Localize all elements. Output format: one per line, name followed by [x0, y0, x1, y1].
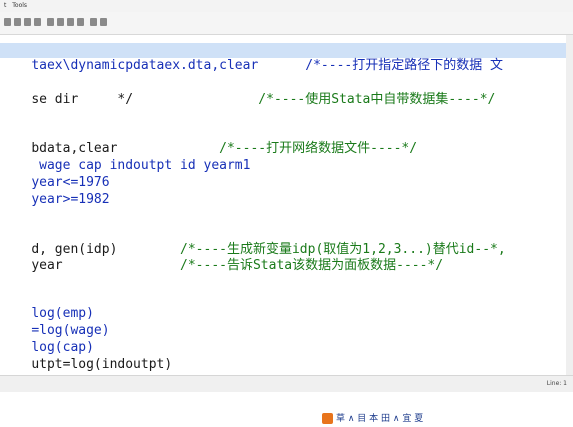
code-line[interactable]: d, gen(idp) /*----生成新变量idp(取值为1,2,3...)替…: [0, 227, 505, 257]
find-icon[interactable]: [47, 18, 54, 26]
code-line[interactable]: wage cap indoutpt id yearm1: [0, 143, 250, 173]
code-comment: /*----打开指定路径下的数据 文: [258, 58, 504, 73]
code-text: year>=1982: [31, 192, 110, 207]
code-line[interactable]: =log(wage): [0, 308, 109, 338]
print-icon[interactable]: [34, 18, 41, 26]
cut-icon[interactable]: [57, 18, 64, 26]
open-file-icon[interactable]: [14, 18, 21, 26]
status-bar: Line: 1: [0, 375, 573, 392]
code-line[interactable]: taex\dynamicpdataex.dta,clear /*----打开指定…: [0, 43, 573, 73]
undo-icon[interactable]: [90, 18, 97, 26]
code-line[interactable]: year<=1976: [0, 160, 109, 190]
code-comment: /*----使用Stata中自带数据集----*/: [133, 92, 496, 107]
toolbar: [0, 12, 573, 35]
code-line[interactable]: bdata,clear /*----打开网络数据文件----*/: [0, 126, 417, 156]
cursor-position: Line: 1: [546, 380, 567, 387]
vertical-scrollbar[interactable]: [566, 35, 573, 375]
code-text: year: [31, 258, 63, 273]
code-line[interactable]: utpt=log(indoutpt): [0, 342, 172, 372]
logo-icon: [322, 413, 333, 424]
code-text: taex\dynamicpdataex.dta,clear: [31, 58, 259, 73]
code-text: utpt=log(indoutpt): [31, 357, 173, 372]
code-text: se dir */: [31, 92, 134, 107]
paste-icon[interactable]: [77, 18, 84, 26]
code-line[interactable]: se dir */ /*----使用Stata中自带数据集----*/: [0, 77, 495, 107]
code-comment: /*----告诉Stata该数据为面板数据----*/: [62, 258, 444, 273]
redo-icon[interactable]: [100, 18, 107, 26]
new-file-icon[interactable]: [4, 18, 11, 26]
menu-bar: t Tools: [0, 0, 573, 12]
code-line[interactable]: log(cap): [0, 325, 94, 355]
do-file-editor[interactable]: taex\dynamicpdataex.dta,clear /*----打开指定…: [0, 35, 573, 380]
page-background: [0, 392, 573, 427]
menu-item-file[interactable]: t: [4, 2, 6, 9]
code-line[interactable]: year /*----告诉Stata该数据为面板数据----*/: [0, 243, 443, 273]
watermark-text: 草 ∧ 目 本 田 ∧ 宜 夏: [336, 414, 424, 424]
menu-item-tools[interactable]: Tools: [12, 2, 27, 9]
copy-icon[interactable]: [67, 18, 74, 26]
watermark-logo: 草 ∧ 目 本 田 ∧ 宜 夏: [322, 412, 423, 426]
code-line[interactable]: year>=1982: [0, 177, 109, 207]
code-line[interactable]: log(emp): [0, 291, 94, 321]
save-icon[interactable]: [24, 18, 31, 26]
